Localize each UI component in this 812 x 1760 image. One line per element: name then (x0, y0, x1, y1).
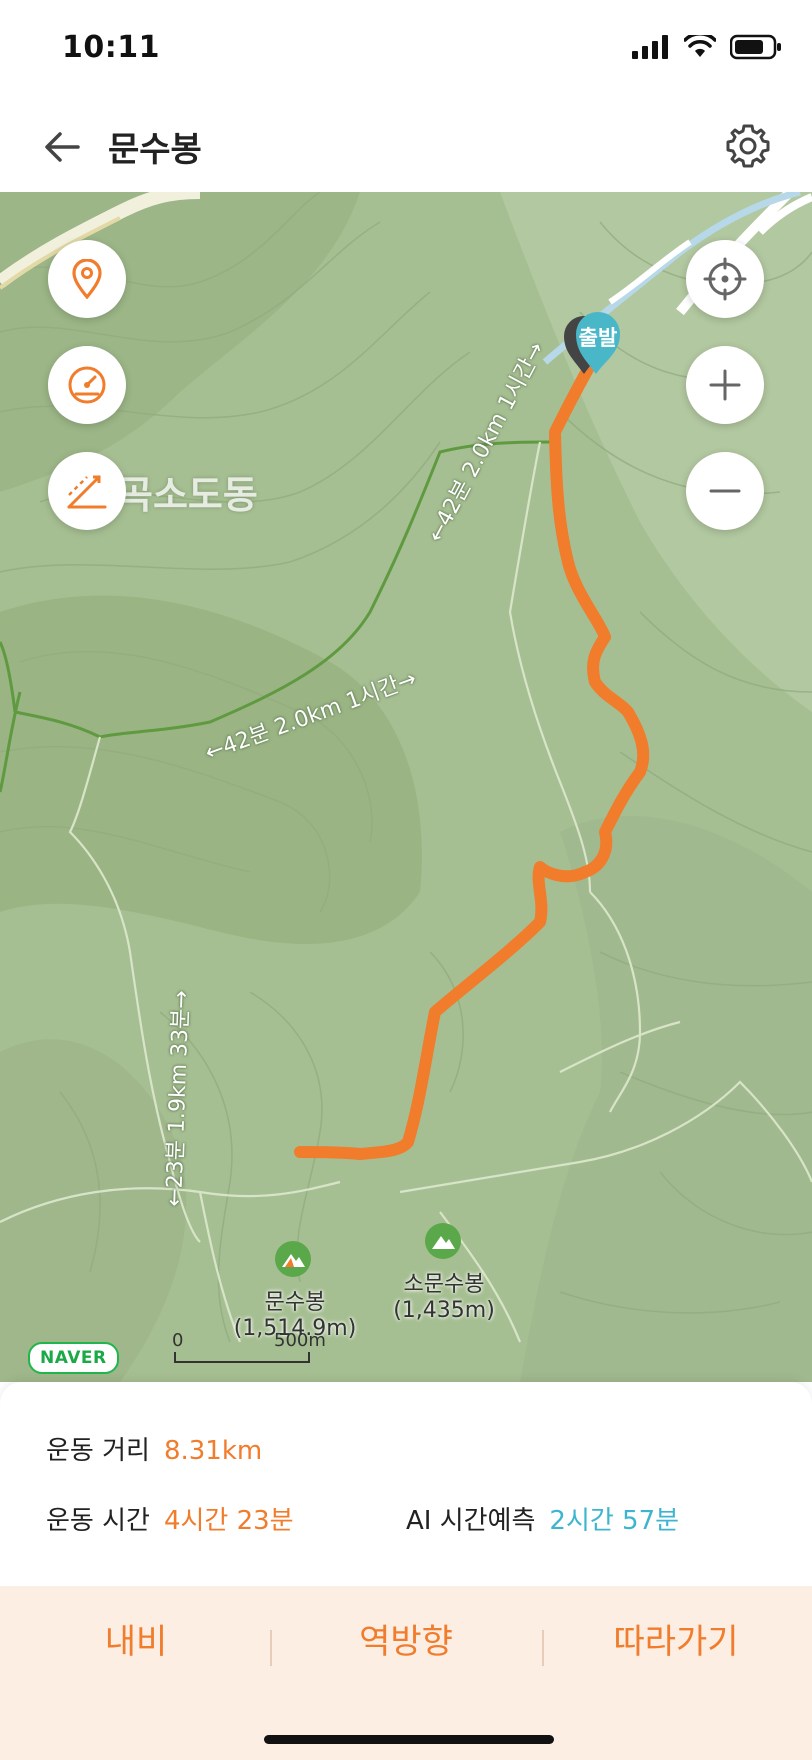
divider (542, 1630, 544, 1666)
location-pin-icon (72, 259, 102, 299)
zoom-out-button[interactable] (686, 452, 764, 530)
slope-button[interactable] (48, 452, 126, 530)
peak-name: 소문수봉 (403, 1272, 485, 1297)
home-indicator[interactable] (264, 1735, 554, 1744)
gear-icon[interactable] (722, 120, 774, 172)
location-pin-button[interactable] (48, 240, 126, 318)
time-label: 운동 시간 (46, 1506, 150, 1536)
page-title: 문수봉 (108, 130, 202, 170)
back-arrow-icon[interactable] (38, 122, 88, 172)
time-value: 4시간 23분 (163, 1506, 294, 1536)
start-marker-label: 출발 (578, 326, 618, 350)
zoom-in-icon (709, 369, 741, 401)
scale-start: 0 (172, 1330, 184, 1351)
action-bar: 내비 역방향 따라가기 (0, 1586, 812, 1760)
map-view[interactable]: 곡소도동 ←42분 2.0km 1시간→ ←42분 2.0km 1시간→ ←23… (0, 192, 812, 1382)
start-marker[interactable]: 출발 (560, 300, 632, 380)
status-time: 10:11 (62, 30, 160, 65)
app-header: 문수봉 (0, 100, 812, 192)
navigate-button[interactable]: 내비 (16, 1614, 256, 1663)
wifi-icon (684, 35, 716, 57)
zoom-out-icon (709, 489, 741, 493)
status-bar: 10:11 (0, 0, 812, 100)
naver-logo: NAVER (28, 1342, 119, 1374)
scale-bar (174, 1352, 310, 1363)
area-label: 곡소도동 (118, 473, 258, 517)
peak-name: 문수봉 (264, 1290, 326, 1315)
signal-icon (632, 35, 668, 59)
slope-icon (67, 475, 107, 509)
scale-end: 500m (274, 1330, 326, 1351)
speedometer-button[interactable] (48, 346, 126, 424)
time-stat: 운동 시간 4시간 23분 (46, 1500, 294, 1537)
locate-me-button[interactable] (686, 240, 764, 318)
distance-stat: 운동 거리 8.31km (46, 1430, 262, 1467)
ai-value: 2시간 57분 (549, 1506, 680, 1536)
ai-estimate-stat: AI 시간예측 2시간 57분 (406, 1500, 679, 1537)
locate-me-icon (703, 257, 747, 301)
reverse-button[interactable]: 역방향 (286, 1614, 526, 1663)
zoom-in-button[interactable] (686, 346, 764, 424)
battery-icon (730, 34, 781, 60)
route-summary-sheet: 운동 거리 8.31km 운동 시간 4시간 23분 AI 시간예측 2시간 57분 … (0, 1382, 812, 1760)
peak-icon-munsubong[interactable] (274, 1240, 312, 1278)
ai-label: AI 시간예측 (406, 1506, 536, 1536)
peak-elevation: (1,435m) (393, 1298, 495, 1323)
peak-name-somunsubong: 소문수봉 (1,435m) (384, 1266, 504, 1323)
peak-icon-somunsubong[interactable] (424, 1222, 462, 1260)
status-icons (632, 34, 782, 60)
distance-label: 운동 거리 (46, 1436, 150, 1466)
divider (270, 1630, 272, 1666)
follow-button[interactable]: 따라가기 (556, 1614, 796, 1663)
distance-value: 8.31km (163, 1436, 263, 1466)
speedometer-icon (68, 366, 106, 404)
